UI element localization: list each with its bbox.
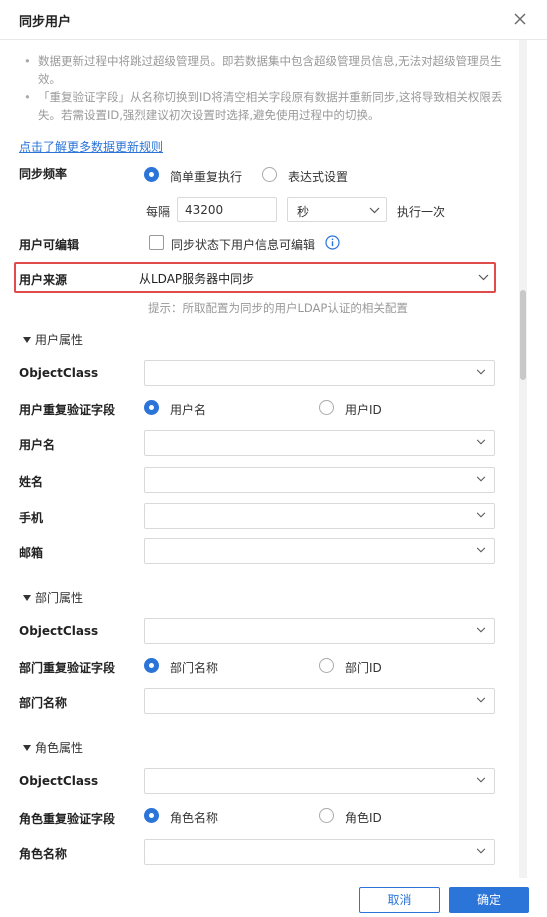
dept-objectclass-label: ObjectClass: [19, 624, 99, 638]
scrollbar-track[interactable]: [519, 40, 527, 878]
note-item: 数据更新过程中将跳过超级管理员。即若数据集中包含超级管理员信息,无法对超级管理员…: [24, 52, 519, 88]
radio-role-dedup-name-label: 角色名称: [170, 811, 219, 825]
radio-role-dedup-name[interactable]: [144, 808, 159, 823]
radio-dept-dedup-id[interactable]: [319, 658, 334, 673]
chevron-down-icon: [476, 697, 486, 703]
role-name-select[interactable]: [144, 839, 495, 865]
radio-simple-repeat[interactable]: [144, 167, 159, 182]
cancel-button[interactable]: 取消: [359, 887, 440, 913]
dept-name-label: 部门名称: [19, 696, 68, 710]
fullname-label: 姓名: [19, 475, 44, 489]
note-item: 「重复验证字段」从名称切换到ID将清空相关字段原有数据并重新同步,这将导致相关权…: [24, 88, 519, 124]
username-label: 用户名: [19, 438, 56, 452]
interval-value: 43200: [185, 203, 224, 217]
user-editable-checkbox-label: 同步状态下用户信息可编辑: [171, 238, 316, 252]
scrollbar-thumb[interactable]: [520, 290, 526, 380]
every-label: 每隔: [146, 205, 171, 219]
radio-role-dedup-id[interactable]: [319, 808, 334, 823]
section-dept-attrs[interactable]: 部门属性: [23, 589, 83, 606]
close-icon[interactable]: [511, 10, 529, 28]
fullname-select[interactable]: [144, 467, 495, 493]
email-select[interactable]: [144, 538, 495, 564]
chevron-down-icon: [478, 274, 489, 281]
role-objectclass-label: ObjectClass: [19, 774, 99, 788]
user-objectclass-label: ObjectClass: [19, 366, 99, 380]
user-source-select[interactable]: 从LDAP服务器中同步: [137, 265, 492, 290]
email-label: 邮箱: [19, 546, 44, 560]
dialog-title: 同步用户: [19, 15, 72, 30]
ok-button[interactable]: 确定: [449, 887, 529, 913]
chevron-down-icon: [476, 777, 486, 783]
collapse-triangle-icon: [23, 745, 31, 751]
dept-dedup-label: 部门重复验证字段: [19, 661, 116, 675]
collapse-triangle-icon: [23, 337, 31, 343]
user-dedup-label: 用户重复验证字段: [19, 403, 116, 417]
collapse-triangle-icon: [23, 595, 31, 601]
phone-label: 手机: [19, 511, 44, 525]
phone-select[interactable]: [144, 503, 495, 529]
section-user-attrs-label: 用户属性: [35, 333, 84, 347]
user-editable-checkbox[interactable]: [149, 235, 164, 250]
radio-dept-dedup-id-label: 部门ID: [345, 661, 382, 675]
chevron-down-icon: [476, 476, 486, 482]
user-objectclass-select[interactable]: [144, 360, 495, 386]
role-name-label: 角色名称: [19, 847, 68, 861]
radio-expression[interactable]: [262, 167, 277, 182]
unit-select[interactable]: 秒: [287, 197, 387, 222]
user-source-hint: 提示：所取配置为同步的用户LDAP认证的相关配置: [148, 301, 408, 315]
section-role-attrs[interactable]: 角色属性: [23, 739, 83, 756]
chevron-down-icon: [476, 439, 486, 445]
role-dedup-label: 角色重复验证字段: [19, 812, 116, 826]
radio-dept-dedup-name[interactable]: [144, 658, 159, 673]
chevron-down-icon: [476, 627, 486, 633]
radio-user-dedup-name[interactable]: [144, 400, 159, 415]
notes-list: 数据更新过程中将跳过超级管理员。即若数据集中包含超级管理员信息,无法对超级管理员…: [24, 52, 519, 124]
dept-objectclass-select[interactable]: [144, 618, 495, 644]
username-select[interactable]: [144, 430, 495, 456]
dept-name-select[interactable]: [144, 688, 495, 714]
radio-user-dedup-id[interactable]: [319, 400, 334, 415]
section-dept-attrs-label: 部门属性: [35, 591, 84, 605]
radio-role-dedup-id-label: 角色ID: [345, 811, 382, 825]
role-objectclass-select[interactable]: [144, 768, 495, 794]
user-editable-label: 用户可编辑: [19, 238, 80, 252]
interval-input[interactable]: 43200: [177, 197, 277, 222]
sync-frequency-label: 同步频率: [19, 167, 68, 181]
radio-simple-repeat-label: 简单重复执行: [170, 170, 243, 184]
chevron-down-icon: [476, 848, 486, 854]
user-source-value: 从LDAP服务器中同步: [139, 272, 255, 286]
radio-expression-label: 表达式设置: [288, 170, 349, 184]
dialog-header: 同步用户: [0, 0, 547, 40]
radio-user-dedup-name-label: 用户名: [170, 403, 207, 417]
user-source-label: 用户来源: [19, 273, 68, 287]
section-user-attrs[interactable]: 用户属性: [23, 331, 83, 348]
chevron-down-icon: [476, 547, 486, 553]
radio-dept-dedup-name-label: 部门名称: [170, 661, 219, 675]
execute-once-label: 执行一次: [397, 205, 446, 219]
learn-more-link[interactable]: 点击了解更多数据更新规则: [19, 138, 163, 155]
radio-user-dedup-id-label: 用户ID: [345, 403, 382, 417]
chevron-down-icon: [369, 207, 380, 214]
chevron-down-icon: [476, 512, 486, 518]
info-icon[interactable]: [325, 235, 340, 250]
chevron-down-icon: [476, 369, 486, 375]
section-role-attrs-label: 角色属性: [35, 741, 84, 755]
unit-value: 秒: [297, 205, 310, 219]
